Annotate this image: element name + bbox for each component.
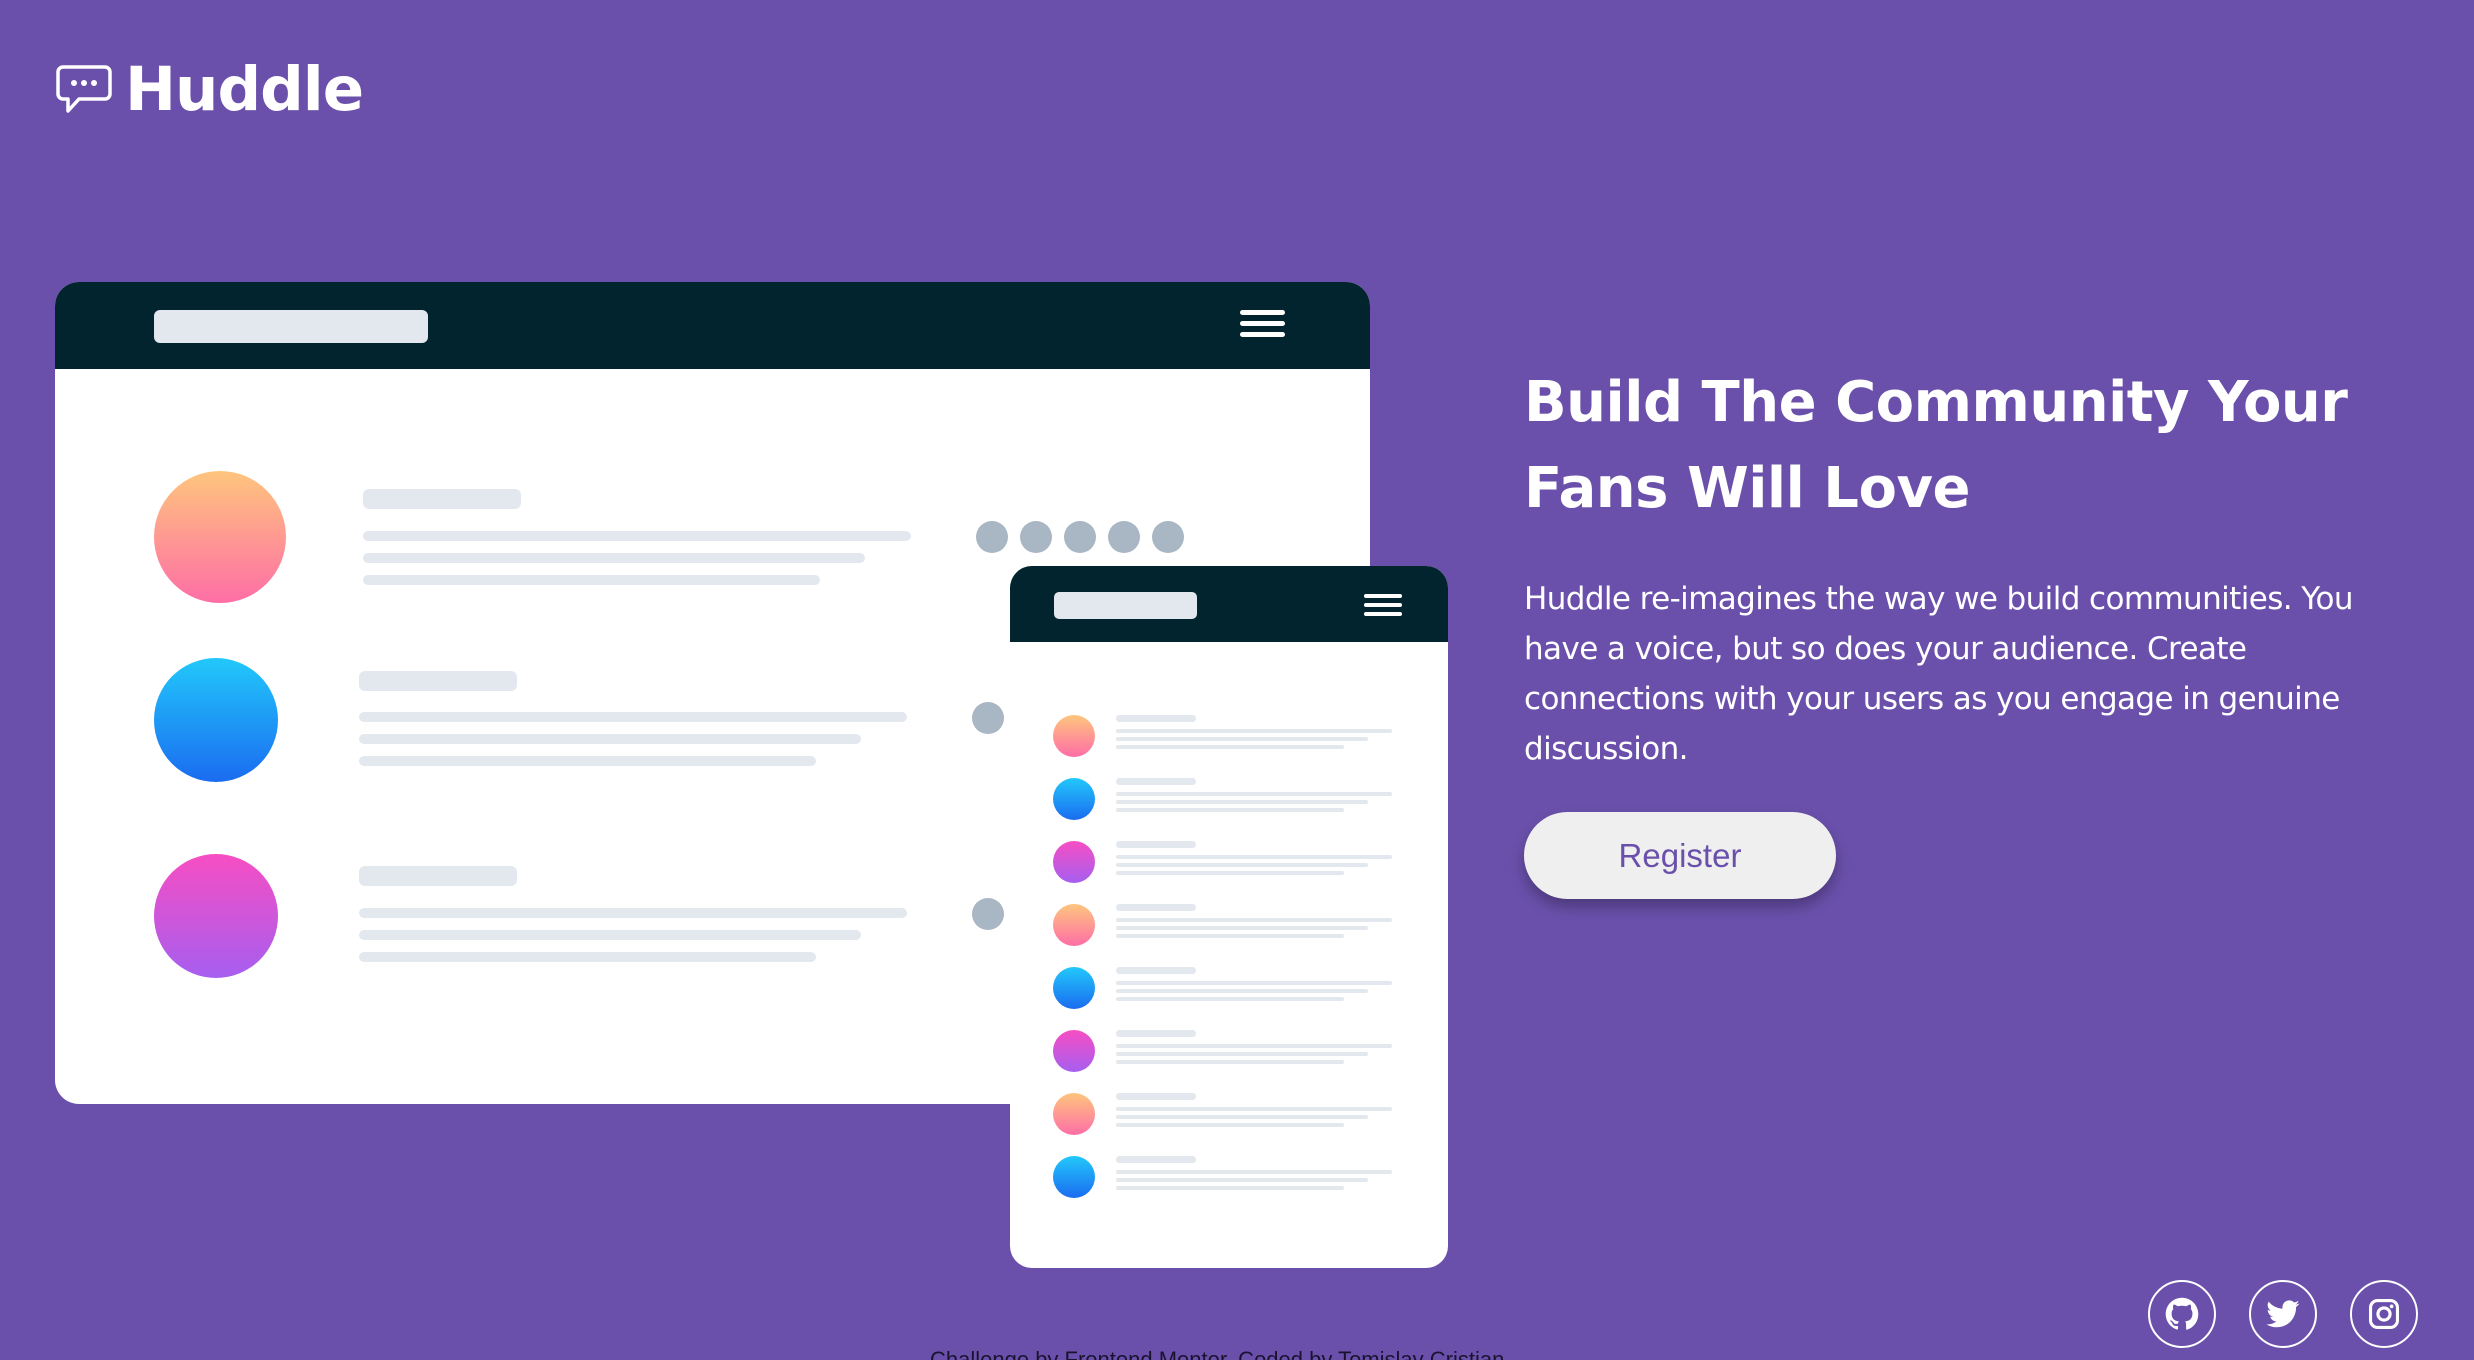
mobile-mockup-row [1053, 715, 1413, 759]
mobile-mockup-address-bar [1054, 592, 1197, 619]
desktop-mockup-post [154, 854, 1154, 984]
desktop-mockup-post [154, 658, 1154, 788]
hero-description: Huddle re-imagines the way we build comm… [1524, 581, 2353, 767]
avatar [1053, 904, 1095, 946]
menu-icon [1364, 594, 1402, 621]
register-button[interactable]: Register [1524, 812, 1836, 899]
avatar [1053, 715, 1095, 757]
mobile-mockup-row [1053, 1156, 1413, 1200]
avatar [1053, 967, 1095, 1009]
mobile-mockup-row [1053, 1093, 1413, 1137]
avatar [1053, 778, 1095, 820]
twitter-icon [2266, 1300, 2300, 1328]
twitter-link[interactable] [2249, 1280, 2317, 1348]
desktop-mockup-address-bar [154, 310, 428, 343]
avatar [154, 854, 278, 978]
avatar [154, 658, 278, 782]
github-link[interactable] [2148, 1280, 2216, 1348]
instagram-icon [2368, 1298, 2400, 1330]
brand-logo[interactable]: Huddle [55, 54, 364, 125]
avatar [154, 471, 286, 603]
hero-title: Build The Community Your Fans Will Love [1524, 370, 2348, 521]
mobile-mockup-row [1053, 1030, 1413, 1074]
brand-name: Huddle [125, 54, 364, 125]
desktop-mockup-header [55, 282, 1370, 369]
github-icon [2165, 1297, 2199, 1330]
avatar [1053, 1030, 1095, 1072]
mobile-mockup [1010, 566, 1448, 1268]
social-links [2148, 1280, 2418, 1348]
mobile-mockup-row [1053, 967, 1413, 1011]
footer-attribution: Challenge by Frontend Mentor. Coded by T… [930, 1347, 1511, 1360]
mobile-mockup-row [1053, 841, 1413, 885]
mobile-mockup-header [1010, 566, 1448, 642]
menu-icon [1240, 310, 1285, 343]
avatar [1053, 1093, 1095, 1135]
hero-illustration [55, 282, 1450, 1272]
hero-section: Build The Community Your Fans Will Love … [1524, 360, 2404, 899]
chat-bubble-icon [56, 65, 112, 113]
avatar [1053, 1156, 1095, 1198]
mobile-mockup-row [1053, 778, 1413, 822]
desktop-mockup-post [154, 471, 1184, 603]
instagram-link[interactable] [2350, 1280, 2418, 1348]
avatar [1053, 841, 1095, 883]
mobile-mockup-row [1053, 904, 1413, 948]
